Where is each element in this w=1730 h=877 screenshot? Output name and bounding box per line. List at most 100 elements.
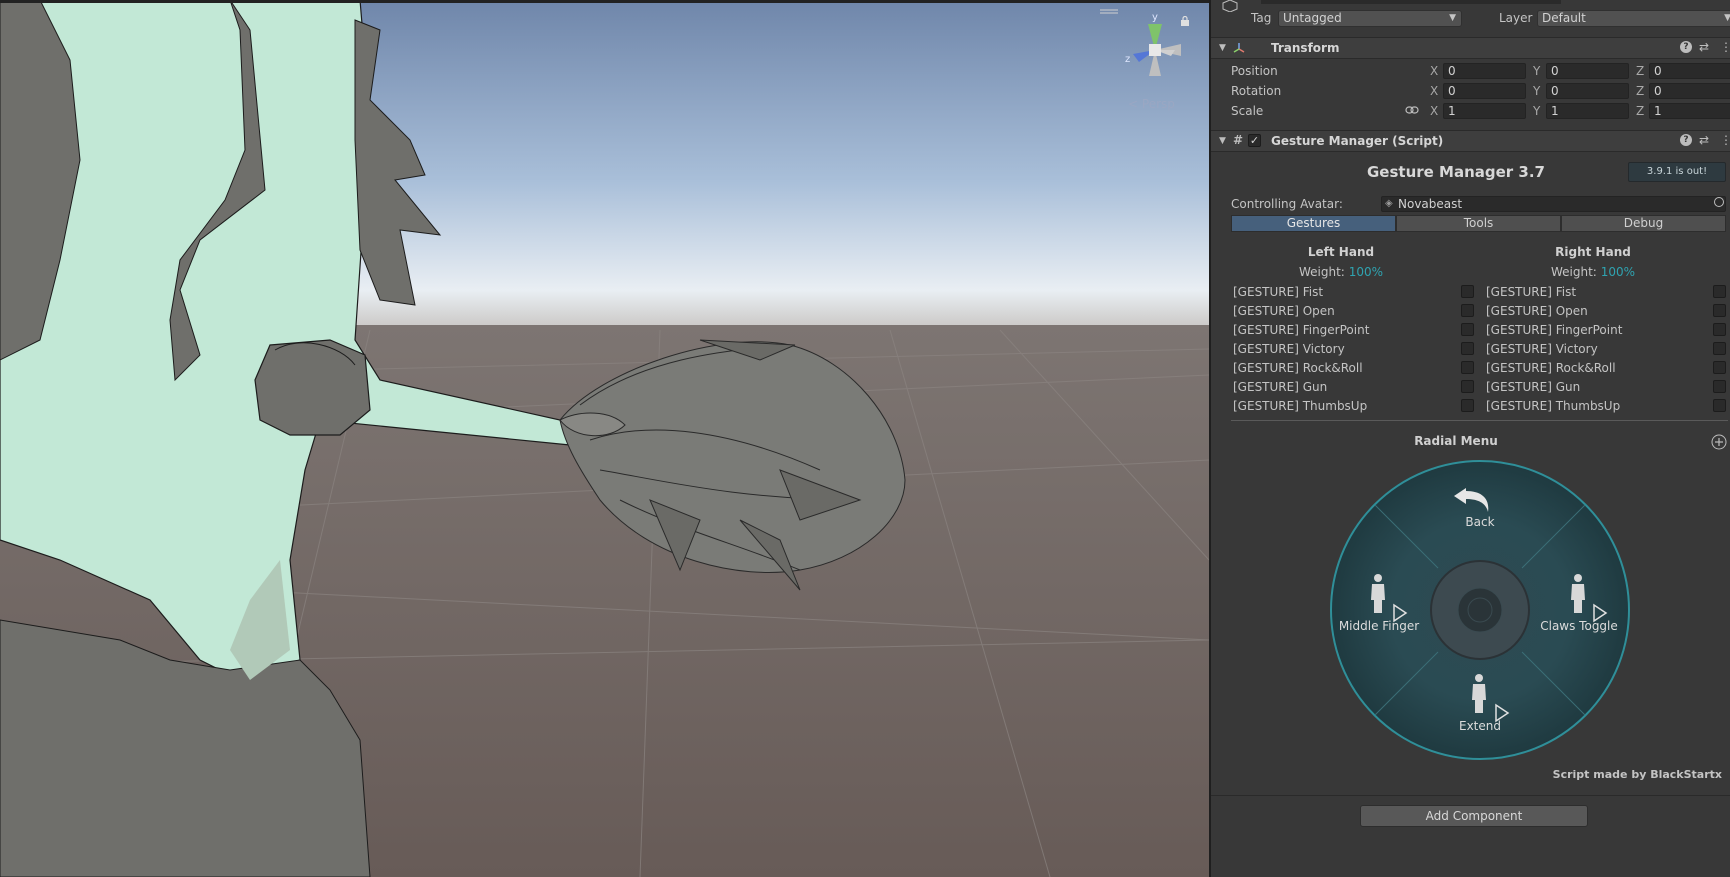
- lock-icon[interactable]: [1180, 16, 1190, 26]
- left-gesture-item[interactable]: [GESTURE] Victory: [1233, 342, 1345, 356]
- position-y-field[interactable]: 0: [1546, 63, 1629, 79]
- name-field-edge[interactable]: [1261, 0, 1561, 4]
- left-weight-value[interactable]: 100%: [1349, 265, 1383, 279]
- position-x-field[interactable]: 0: [1443, 63, 1526, 79]
- divider: [1211, 795, 1730, 796]
- target-icon[interactable]: [1714, 197, 1724, 207]
- tab-tools[interactable]: Tools: [1396, 215, 1561, 232]
- tag-label: Tag: [1251, 11, 1272, 25]
- link-icon[interactable]: [1405, 105, 1419, 115]
- left-gesture-checkbox[interactable]: [1461, 304, 1474, 317]
- tag-dropdown[interactable]: Untagged ▼: [1278, 10, 1462, 27]
- scene-viewport[interactable]: [0, 0, 1209, 877]
- rotation-y-label[interactable]: Y: [1533, 84, 1540, 98]
- left-gesture-checkbox[interactable]: [1461, 361, 1474, 374]
- transform-header[interactable]: ▼ Transform ? ⇄ ⋮: [1211, 37, 1730, 59]
- scale-y-field[interactable]: 1: [1546, 103, 1629, 119]
- preset-icon[interactable]: ⇄: [1699, 40, 1709, 54]
- left-gesture-item[interactable]: [GESTURE] Fist: [1233, 285, 1323, 299]
- right-gesture-item[interactable]: [GESTURE] FingerPoint: [1486, 323, 1622, 337]
- position-label: Position: [1231, 64, 1278, 78]
- gesture-manager-component-title: Gesture Manager (Script): [1271, 134, 1444, 148]
- radial-menu[interactable]: [1328, 458, 1632, 762]
- position-y-label[interactable]: Y: [1533, 64, 1540, 78]
- left-hand-weight: Weight: 100%: [1281, 265, 1401, 279]
- right-gesture-checkbox[interactable]: [1713, 361, 1726, 374]
- right-gesture-item[interactable]: [GESTURE] ThumbsUp: [1486, 399, 1620, 413]
- position-z-field[interactable]: 0: [1649, 63, 1730, 79]
- layer-dropdown[interactable]: Default ▼: [1537, 10, 1730, 27]
- foldout-triangle-icon[interactable]: ▼: [1219, 136, 1226, 146]
- gesture-manager-title: Gesture Manager 3.7: [1366, 163, 1545, 181]
- component-enabled-checkbox[interactable]: ✓: [1248, 134, 1261, 147]
- layer-label: Layer: [1499, 11, 1533, 25]
- left-gesture-item[interactable]: [GESTURE] ThumbsUp: [1233, 399, 1367, 413]
- gesture-manager-header[interactable]: ▼ # ✓ Gesture Manager (Script) ? ⇄ ⋮: [1211, 130, 1730, 152]
- right-gesture-item[interactable]: [GESTURE] Victory: [1486, 342, 1598, 356]
- left-gesture-checkbox[interactable]: [1461, 342, 1474, 355]
- scene-view[interactable]: y z < Persp: [0, 0, 1209, 877]
- foldout-triangle-icon[interactable]: ▼: [1219, 43, 1226, 53]
- left-gesture-item[interactable]: [GESTURE] Gun: [1233, 380, 1327, 394]
- more-icon[interactable]: ⋮: [1720, 40, 1730, 54]
- left-gesture-checkbox[interactable]: [1461, 323, 1474, 336]
- chevron-down-icon: ▼: [1724, 13, 1730, 23]
- tab-gestures[interactable]: Gestures: [1231, 215, 1396, 232]
- help-icon[interactable]: ?: [1680, 41, 1692, 53]
- right-gesture-checkbox[interactable]: [1713, 323, 1726, 336]
- rotation-x-label[interactable]: X: [1430, 84, 1438, 98]
- right-hand-weight: Weight: 100%: [1533, 265, 1653, 279]
- right-gesture-item[interactable]: [GESTURE] Rock&Roll: [1486, 361, 1616, 375]
- projection-toggle[interactable]: < Persp: [1128, 97, 1175, 111]
- rotation-x-field[interactable]: 0: [1443, 83, 1526, 99]
- position-z-label[interactable]: Z: [1636, 64, 1644, 78]
- right-gesture-checkbox[interactable]: [1713, 342, 1726, 355]
- help-icon[interactable]: ?: [1680, 134, 1692, 146]
- scale-label: Scale: [1231, 104, 1264, 118]
- right-gesture-checkbox[interactable]: [1713, 380, 1726, 393]
- avatar-object-icon: ◈: [1385, 198, 1393, 209]
- left-gesture-checkbox[interactable]: [1461, 380, 1474, 393]
- scale-y-label[interactable]: Y: [1533, 104, 1540, 118]
- right-gesture-checkbox[interactable]: [1713, 399, 1726, 412]
- controlling-avatar-label: Controlling Avatar:: [1231, 197, 1343, 211]
- radial-item-back[interactable]: Back: [1425, 515, 1535, 529]
- scale-x-field[interactable]: 1: [1443, 103, 1526, 119]
- preset-icon[interactable]: ⇄: [1699, 133, 1709, 147]
- right-gesture-checkbox[interactable]: [1713, 285, 1726, 298]
- divider: [1231, 420, 1728, 421]
- add-component-button[interactable]: Add Component: [1360, 805, 1588, 827]
- rotation-z-field[interactable]: 0: [1649, 83, 1730, 99]
- gizmo-center-cube[interactable]: [1149, 44, 1161, 56]
- right-gesture-item[interactable]: [GESTURE] Fist: [1486, 285, 1576, 299]
- rotation-y-field[interactable]: 0: [1546, 83, 1629, 99]
- rotation-label: Rotation: [1231, 84, 1282, 98]
- left-gesture-checkbox[interactable]: [1461, 285, 1474, 298]
- add-icon[interactable]: [1711, 434, 1727, 450]
- rotation-z-label[interactable]: Z: [1636, 84, 1644, 98]
- gizmo-y-label: y: [1152, 12, 1158, 23]
- right-gesture-checkbox[interactable]: [1713, 304, 1726, 317]
- credit-text: Script made by BlackStartx: [1552, 768, 1722, 781]
- left-gesture-item[interactable]: [GESTURE] Open: [1233, 304, 1335, 318]
- position-x-label[interactable]: X: [1430, 64, 1438, 78]
- left-gesture-checkbox[interactable]: [1461, 399, 1474, 412]
- tag-value: Untagged: [1283, 11, 1342, 25]
- scale-x-label[interactable]: X: [1430, 104, 1438, 118]
- left-gesture-item[interactable]: [GESTURE] FingerPoint: [1233, 323, 1369, 337]
- scale-z-field[interactable]: 1: [1649, 103, 1730, 119]
- scale-z-label[interactable]: Z: [1636, 104, 1644, 118]
- right-gesture-item[interactable]: [GESTURE] Open: [1486, 304, 1588, 318]
- left-gesture-item[interactable]: [GESTURE] Rock&Roll: [1233, 361, 1363, 375]
- radial-item-claws-toggle[interactable]: Claws Toggle: [1524, 619, 1634, 633]
- radial-item-middle-finger[interactable]: Middle Finger: [1324, 619, 1434, 633]
- radial-item-extend[interactable]: Extend: [1425, 719, 1535, 733]
- controlling-avatar-field[interactable]: ◈ Novabeast: [1381, 196, 1726, 212]
- right-gesture-item[interactable]: [GESTURE] Gun: [1486, 380, 1580, 394]
- right-weight-value[interactable]: 100%: [1601, 265, 1635, 279]
- update-available-button[interactable]: 3.9.1 is out!: [1628, 162, 1726, 182]
- tab-debug[interactable]: Debug: [1561, 215, 1726, 232]
- more-icon[interactable]: ⋮: [1720, 133, 1730, 147]
- gizmo-z-label: z: [1125, 54, 1130, 65]
- scene-top-border: [0, 0, 1209, 3]
